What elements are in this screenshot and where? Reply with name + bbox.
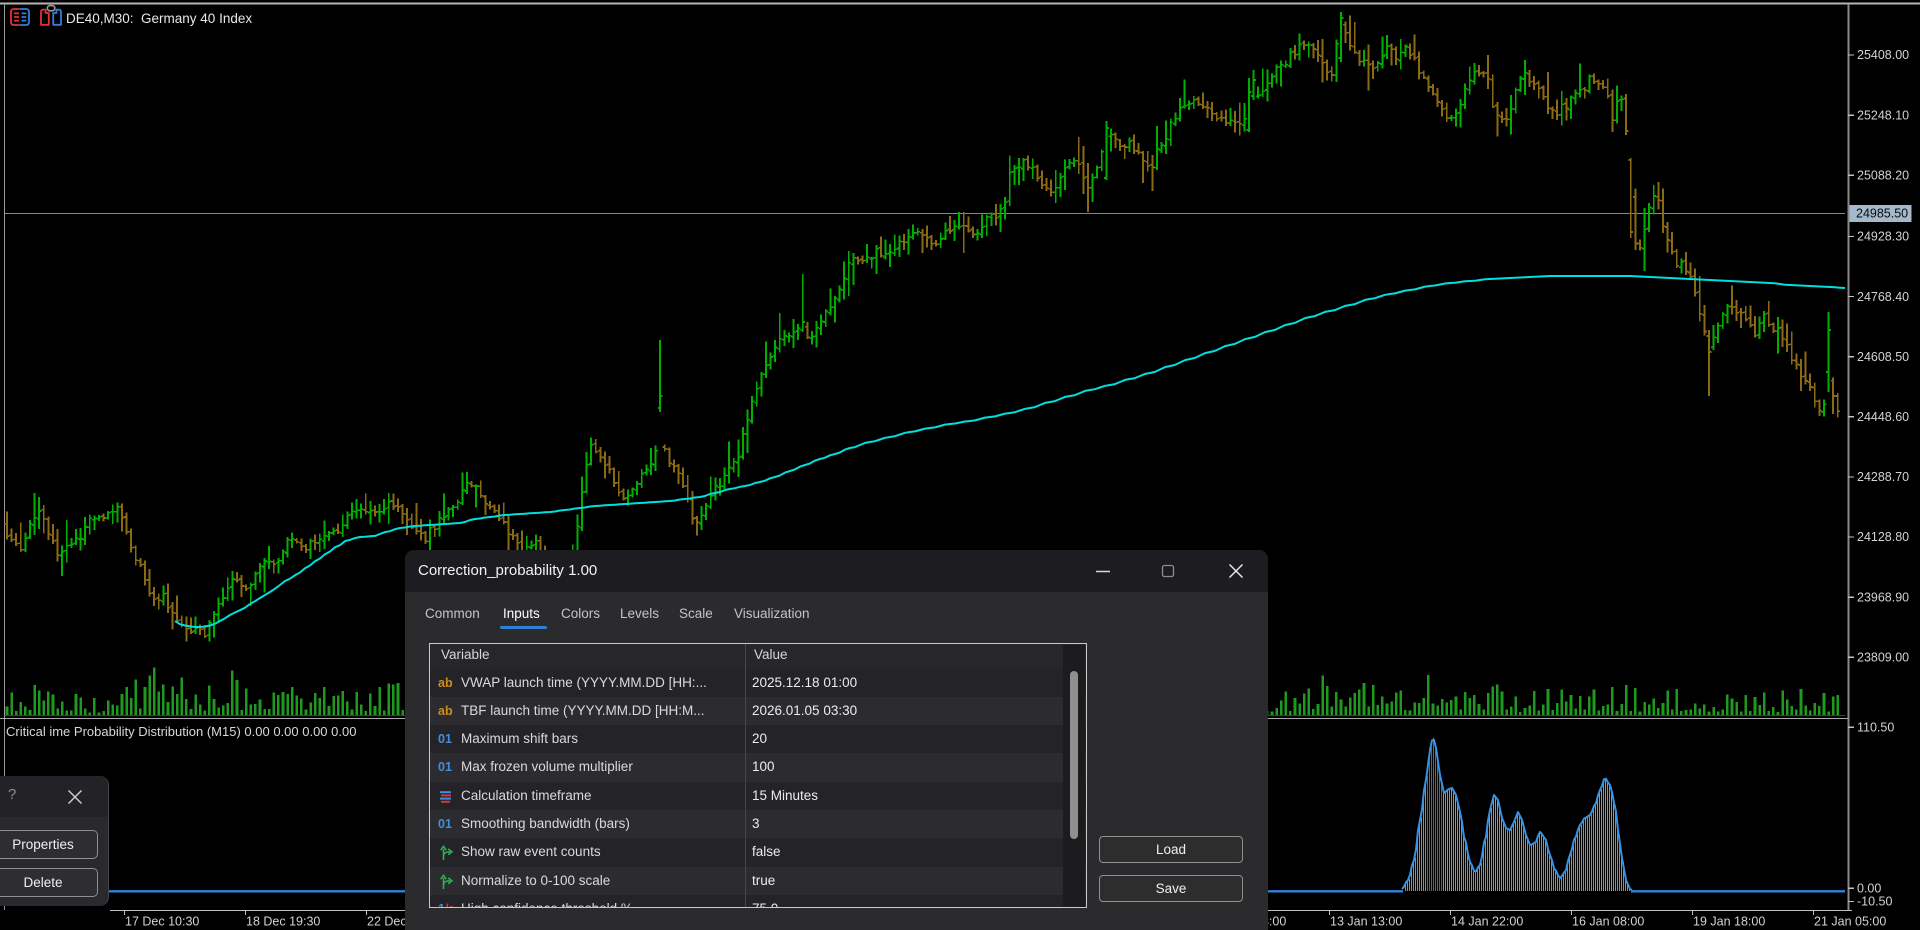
svg-text:24608.50: 24608.50 — [1857, 350, 1909, 364]
svg-text:Critical ime Probability Distr: Critical ime Probability Distribution (M… — [6, 724, 356, 739]
svg-text:21 Jan 05:00: 21 Jan 05:00 — [1814, 915, 1886, 929]
svg-text:24448.60: 24448.60 — [1857, 410, 1909, 424]
svg-text:0.00: 0.00 — [1857, 882, 1881, 896]
svg-text:24985.50: 24985.50 — [1856, 207, 1908, 221]
svg-text:23809.00: 23809.00 — [1857, 651, 1909, 665]
svg-text:25088.20: 25088.20 — [1857, 169, 1909, 183]
svg-text:24768.40: 24768.40 — [1857, 290, 1909, 304]
svg-text:14 Jan 22:00: 14 Jan 22:00 — [1451, 915, 1523, 929]
svg-text:24128.80: 24128.80 — [1857, 530, 1909, 544]
svg-text:13 Jan 13:00: 13 Jan 13:00 — [1330, 915, 1402, 929]
svg-text:16 Jan 08:00: 16 Jan 08:00 — [1572, 915, 1644, 929]
svg-text:25248.10: 25248.10 — [1857, 108, 1909, 122]
svg-text:24928.30: 24928.30 — [1857, 230, 1909, 244]
svg-text:18 Dec 19:30: 18 Dec 19:30 — [246, 915, 320, 929]
svg-text:110.50: 110.50 — [1857, 721, 1894, 735]
svg-text:19 Jan 18:00: 19 Jan 18:00 — [1693, 915, 1765, 929]
svg-text:DE40,M30: Germany 40 Index: DE40,M30: Germany 40 Index — [66, 11, 252, 26]
svg-text:-10.50: -10.50 — [1857, 895, 1892, 909]
svg-text:24288.70: 24288.70 — [1857, 470, 1909, 484]
svg-text:23968.90: 23968.90 — [1857, 590, 1909, 604]
svg-text:17 Dec 10:30: 17 Dec 10:30 — [125, 915, 199, 929]
svg-text:25408.00: 25408.00 — [1857, 48, 1909, 62]
